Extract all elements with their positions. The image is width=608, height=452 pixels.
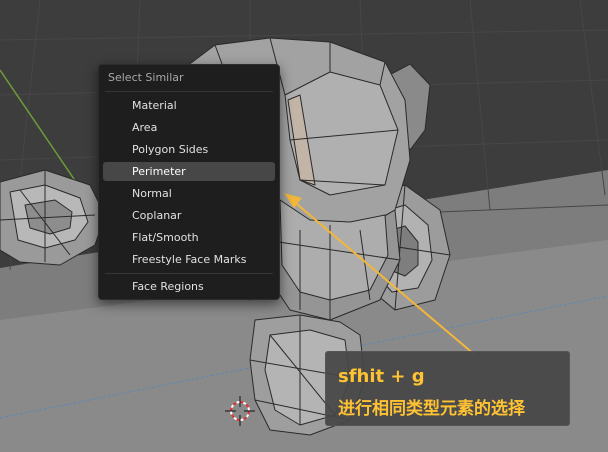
menu-item-freestyle-face-marks[interactable]: Freestyle Face Marks (103, 250, 275, 269)
menu-item-perimeter[interactable]: Perimeter (103, 162, 275, 181)
menu-item-coplanar[interactable]: Coplanar (103, 206, 275, 225)
select-similar-menu: Select Similar Material Area Polygon Sid… (98, 64, 280, 300)
menu-title: Select Similar (108, 71, 184, 84)
menu-item-flat-smooth[interactable]: Flat/Smooth (103, 228, 275, 247)
annotation-shortcut: sfhit + g (338, 366, 425, 387)
menu-item-area[interactable]: Area (103, 118, 275, 137)
menu-item-normal[interactable]: Normal (103, 184, 275, 203)
menu-separator (105, 273, 273, 274)
menu-item-material[interactable]: Material (103, 96, 275, 115)
shortcut-annotation: sfhit + g 进行相同类型元素的选择 (325, 351, 570, 426)
menu-item-face-regions[interactable]: Face Regions (103, 277, 275, 296)
annotation-description: 进行相同类型元素的选择 (338, 399, 525, 419)
menu-separator (105, 91, 273, 92)
menu-item-polygon-sides[interactable]: Polygon Sides (103, 140, 275, 159)
